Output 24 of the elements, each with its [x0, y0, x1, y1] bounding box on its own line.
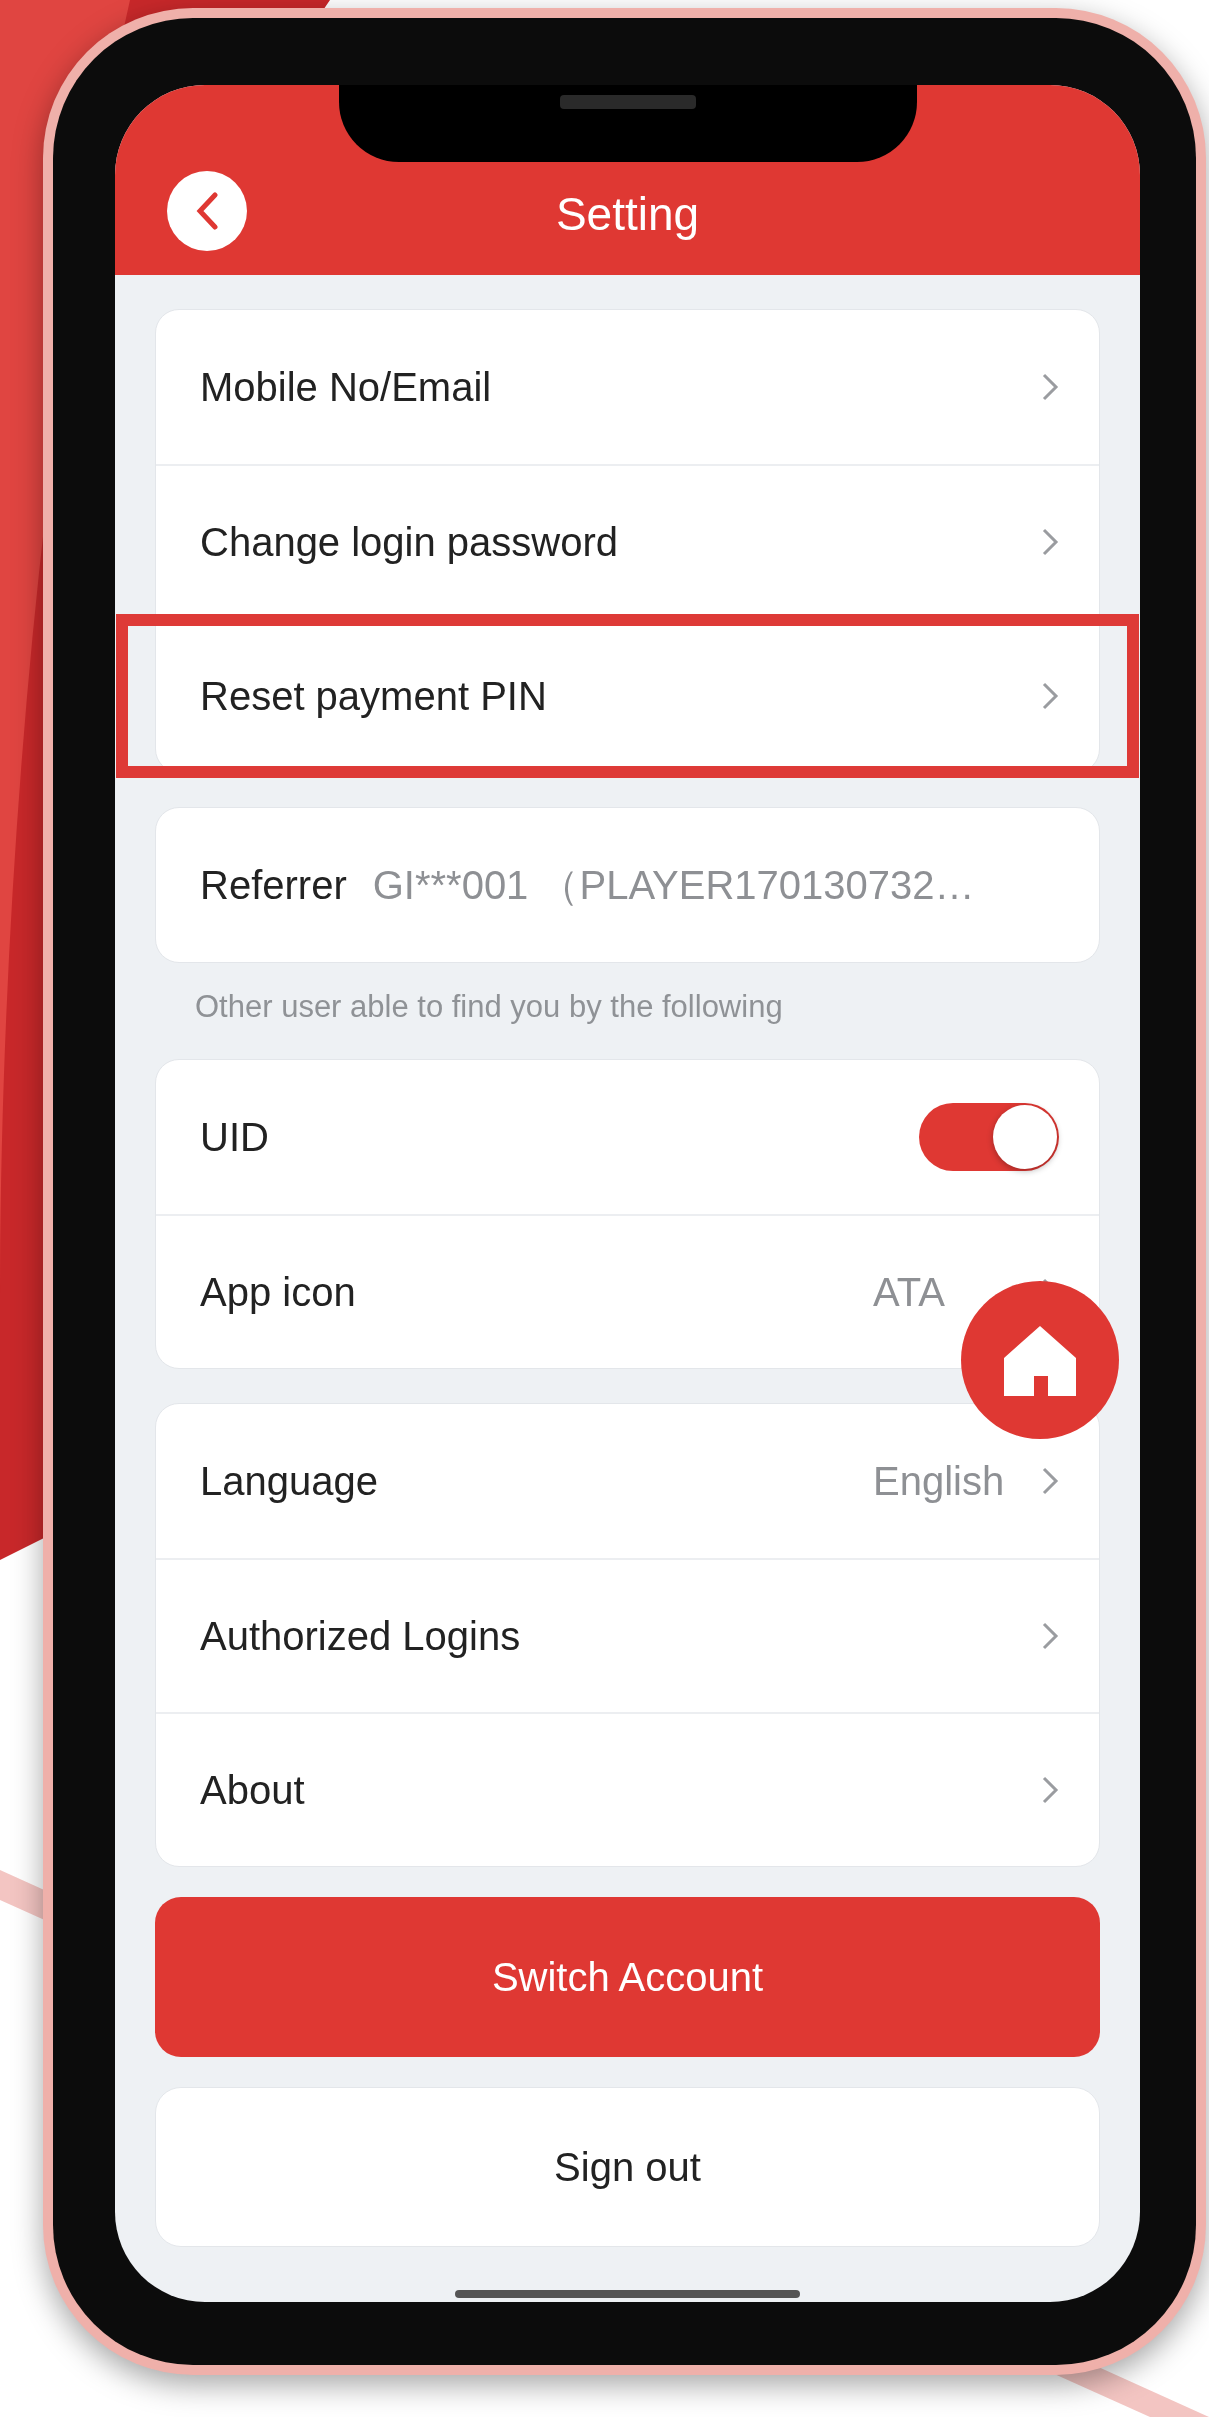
switch-account-button[interactable]: Switch Account: [155, 1897, 1100, 2057]
setting-label: Reset payment PIN: [200, 673, 547, 719]
setting-label: Referrer: [200, 862, 347, 908]
setting-value: ATA: [873, 1269, 946, 1315]
chevron-right-icon: [1041, 1775, 1059, 1805]
toggle-switch[interactable]: [919, 1103, 1059, 1171]
setting-label: About: [200, 1767, 305, 1813]
chevron-right-icon: [1041, 527, 1059, 557]
back-icon: [196, 192, 218, 230]
setting-label: UID: [200, 1114, 269, 1160]
chevron-right-icon: [1041, 681, 1059, 711]
setting-value: English: [873, 1458, 1006, 1504]
sign-out-button[interactable]: Sign out: [155, 2087, 1100, 2247]
chevron-right-icon: [1041, 1466, 1059, 1496]
chevron-right-icon: [1041, 1621, 1059, 1651]
setting-label: Language: [200, 1458, 378, 1504]
section-note: Other user able to find you by the following: [194, 989, 784, 1025]
setting-label: App icon: [200, 1269, 356, 1315]
home-icon: [1002, 1324, 1078, 1396]
setting-label: Mobile No/Email: [200, 364, 492, 410]
setting-label: Change login password: [200, 519, 619, 565]
setting-label: Authorized Logins: [200, 1613, 521, 1659]
setting-value: GI***001 （PLAYER170130732…: [372, 861, 975, 909]
chevron-right-icon: [1041, 372, 1059, 402]
